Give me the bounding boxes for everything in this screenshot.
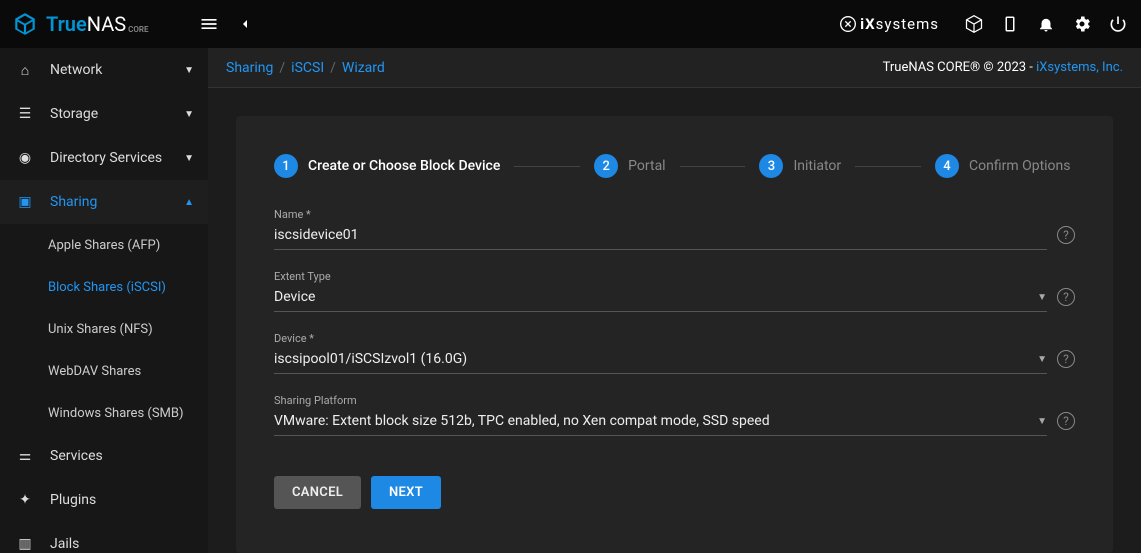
clipboard-icon[interactable] — [999, 13, 1021, 35]
help-icon[interactable]: ? — [1057, 350, 1075, 368]
sidebar-sub-afp[interactable]: Apple Shares (AFP) — [0, 224, 208, 266]
chevron-down-icon: ▼ — [184, 109, 194, 120]
chevron-down-icon: ▼ — [184, 153, 194, 164]
network-icon: ⌂ — [14, 62, 36, 79]
sidebar-sub-nfs[interactable]: Unix Shares (NFS) — [0, 308, 208, 350]
menu-icon[interactable] — [198, 13, 220, 35]
puzzle-icon: ✦ — [14, 492, 36, 508]
bell-icon[interactable] — [1035, 13, 1057, 35]
crumb-sharing[interactable]: Sharing — [226, 60, 273, 76]
stepper: 1Create or Choose Block Device 2Portal 3… — [274, 154, 1075, 178]
help-icon[interactable]: ? — [1057, 412, 1075, 430]
help-icon[interactable]: ? — [1057, 288, 1075, 306]
storage-icon: ☰ — [14, 106, 36, 122]
gear-icon[interactable] — [1071, 13, 1093, 35]
directory-icon: ◉ — [14, 150, 36, 166]
ixsystems-logo[interactable]: iXsystems — [840, 15, 939, 33]
sidebar-item-sharing[interactable]: ▣Sharing▲ — [0, 180, 208, 224]
crumb-iscsi[interactable]: iSCSI — [291, 60, 324, 76]
folder-icon: ▣ — [14, 194, 36, 210]
sidebar-sub-smb[interactable]: Windows Shares (SMB) — [0, 392, 208, 434]
chevron-down-icon: ▼ — [1037, 416, 1047, 427]
cube-icon — [12, 11, 38, 37]
cube-outline-icon[interactable] — [963, 13, 985, 35]
topbar: TrueNASCORE iXsystems — [0, 0, 1141, 48]
sidebar-sub-iscsi[interactable]: Block Shares (iSCSI) — [0, 266, 208, 308]
device-select[interactable]: iscsipool01/iSCSIzvol1 (16.0G)▼ — [274, 347, 1047, 374]
cancel-button[interactable]: CANCEL — [274, 476, 361, 509]
chevron-down-icon: ▼ — [1037, 292, 1047, 303]
sidebar-sub-webdav[interactable]: WebDAV Shares — [0, 350, 208, 392]
back-icon[interactable] — [234, 13, 256, 35]
help-icon[interactable]: ? — [1057, 226, 1075, 244]
sidebar-item-directory[interactable]: ◉Directory Services▼ — [0, 136, 208, 180]
chevron-down-icon: ▼ — [1037, 354, 1047, 365]
next-button[interactable]: NEXT — [371, 476, 441, 509]
sidebar-item-plugins[interactable]: ✦Plugins — [0, 478, 208, 522]
chevron-up-icon: ▲ — [184, 197, 194, 208]
power-icon[interactable] — [1107, 13, 1129, 35]
name-input[interactable] — [274, 227, 1047, 243]
field-name: Name * ? — [274, 208, 1075, 250]
sidebar: ⌂Network▼ ☰Storage▼ ◉Directory Services▼… — [0, 48, 208, 553]
ixsystems-link[interactable]: iXsystems, Inc. — [1036, 60, 1123, 75]
field-sharing-platform: Sharing Platform VMware: Extent block si… — [274, 394, 1075, 436]
step-4[interactable]: 4Confirm Options — [935, 154, 1075, 178]
logo[interactable]: TrueNASCORE — [12, 11, 148, 37]
step-3[interactable]: 3Initiator — [759, 154, 841, 178]
sidebar-item-services[interactable]: ⚌Services — [0, 434, 208, 478]
ix-icon — [840, 16, 856, 32]
step-1[interactable]: 1Create or Choose Block Device — [274, 154, 500, 178]
crumb-wizard[interactable]: Wizard — [342, 60, 385, 76]
sidebar-item-jails[interactable]: ▥Jails — [0, 522, 208, 553]
extent-type-select[interactable]: Device▼ — [274, 285, 1047, 312]
step-2[interactable]: 2Portal — [594, 154, 665, 178]
jail-icon: ▥ — [14, 536, 36, 552]
field-extent-type: Extent Type Device▼ ? — [274, 270, 1075, 312]
wizard-card: 1Create or Choose Block Device 2Portal 3… — [236, 116, 1113, 553]
chevron-down-icon: ▼ — [184, 65, 194, 76]
field-device: Device * iscsipool01/iSCSIzvol1 (16.0G)▼… — [274, 332, 1075, 374]
sliders-icon: ⚌ — [14, 448, 36, 464]
sidebar-item-storage[interactable]: ☰Storage▼ — [0, 92, 208, 136]
breadcrumb: Sharing/ iSCSI/ Wizard TrueNAS CORE® © 2… — [208, 48, 1141, 88]
platform-select[interactable]: VMware: Extent block size 512b, TPC enab… — [274, 409, 1047, 436]
sidebar-item-network[interactable]: ⌂Network▼ — [0, 48, 208, 92]
copyright: TrueNAS CORE® © 2023 - iXsystems, Inc. — [883, 60, 1123, 75]
